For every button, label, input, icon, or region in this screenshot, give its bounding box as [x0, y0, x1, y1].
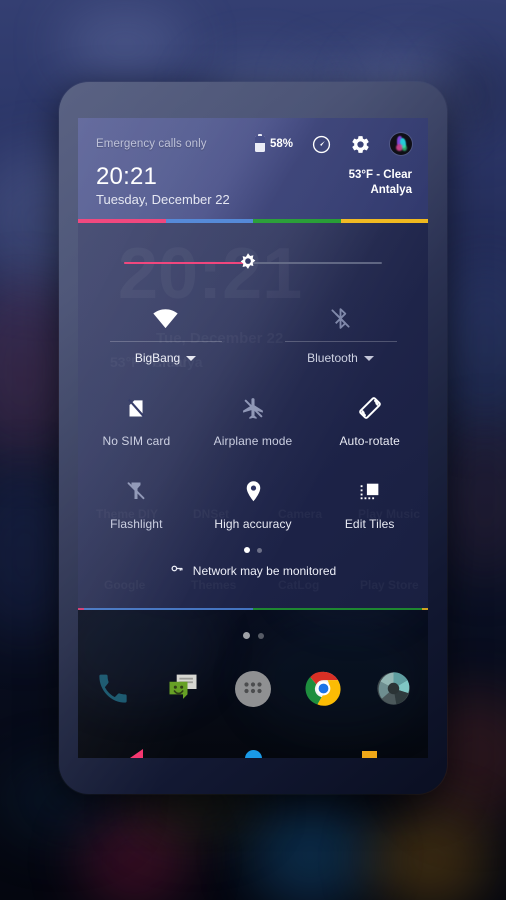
tile-edit-tiles[interactable]: Edit Tiles: [311, 462, 428, 545]
phone-icon: [95, 671, 131, 712]
brightness-fill: [124, 262, 248, 264]
page-dot[interactable]: [257, 632, 264, 639]
messaging-icon: [165, 671, 201, 712]
settings-gear-icon[interactable]: [350, 134, 371, 155]
brightness-thumb[interactable]: [237, 252, 259, 274]
quick-settings-body: 20:21 Tue, December 22 53°F - Clear Anta…: [78, 223, 428, 610]
chevron-down-icon[interactable]: [363, 355, 374, 361]
wifi-icon: [78, 301, 253, 335]
location-pin-icon: [241, 476, 266, 506]
tile-label: Auto-rotate: [339, 434, 400, 448]
tile-airplane-mode[interactable]: Airplane mode: [195, 379, 312, 462]
clock-time: 20:21: [96, 163, 158, 190]
network-warning-footer[interactable]: Network may be monitored: [78, 561, 428, 581]
home-circle-icon: [244, 749, 262, 758]
airplane-off-icon: [241, 393, 266, 423]
tile-label: No SIM card: [102, 434, 171, 448]
brightness-slider[interactable]: [78, 247, 428, 279]
status-icon-group: 58%: [254, 133, 412, 155]
accent-segment-green: [253, 608, 423, 610]
back-triangle-icon: [129, 749, 143, 758]
tile-no-sim-card[interactable]: No SIM card: [78, 379, 195, 462]
flashlight-off-icon: [124, 476, 148, 506]
backdrop-blob: [60, 10, 190, 80]
nav-home-button[interactable]: [195, 749, 312, 758]
page-dot[interactable]: [257, 547, 262, 553]
auto-rotate-icon: [357, 393, 383, 423]
avatar-art: [402, 145, 407, 151]
quick-settings-panel: Emergency calls only 58% 20:21 Tuesday, …: [78, 118, 428, 610]
nav-back-button[interactable]: [78, 749, 195, 758]
bluetooth-tile[interactable]: Bluetooth: [253, 301, 428, 371]
connectivity-row: BigBang Bluetooth: [78, 301, 428, 371]
navigation-bar: [78, 738, 428, 758]
tile-label: Flashlight: [110, 517, 163, 531]
wifi-ssid-label: BigBang: [134, 351, 181, 365]
sim-card-off-icon: [124, 393, 149, 423]
tile-row: Flashlight High accuracy Edit Tiles: [78, 462, 428, 545]
weather-condition: 53°F - Clear: [348, 169, 412, 181]
chevron-down-icon[interactable]: [186, 355, 197, 361]
dock-item-app-drawer[interactable]: [218, 658, 288, 724]
status-bar: Emergency calls only 58%: [78, 128, 428, 160]
app-drawer-icon: [233, 669, 273, 714]
edit-tiles-icon: [357, 476, 382, 506]
page-dot-active[interactable]: [244, 547, 250, 553]
dock-item-chrome[interactable]: [288, 658, 358, 724]
bluetooth-disabled-icon: [253, 301, 428, 335]
clock-block[interactable]: 20:21 Tuesday, December 22: [96, 164, 230, 209]
dock-item-phone[interactable]: [78, 658, 148, 724]
clock-date: Tuesday, December 22: [96, 192, 230, 207]
home-dock: [78, 658, 428, 724]
phone-screen: Emergency calls only 58% 20:21 Tuesday, …: [78, 118, 428, 758]
weather-block[interactable]: 53°F - Clear Antalya: [349, 168, 412, 198]
quick-settings-tile-grid: No SIM card Airplane mode Auto-rotate Fl…: [78, 379, 428, 545]
tile-label: Edit Tiles: [344, 517, 395, 531]
tile-flashlight[interactable]: Flashlight: [78, 462, 195, 545]
user-avatar-icon[interactable]: [390, 133, 412, 155]
vpn-key-icon: [170, 561, 185, 581]
chrome-icon: [304, 670, 342, 712]
dock-item-messaging[interactable]: [148, 658, 218, 724]
tile-auto-rotate[interactable]: Auto-rotate: [311, 379, 428, 462]
battery-icon: [254, 133, 265, 152]
wifi-label-group[interactable]: BigBang: [78, 351, 253, 365]
backdrop-blob: [250, 800, 370, 900]
tile-label: High accuracy: [214, 517, 292, 531]
battery-indicator: 58%: [254, 133, 293, 152]
network-warning-label: Network may be monitored: [192, 564, 337, 578]
backdrop-blob: [370, 810, 490, 900]
weather-location: Antalya: [370, 184, 412, 196]
data-usage-icon[interactable]: [312, 135, 331, 154]
nav-recents-button[interactable]: [311, 750, 428, 758]
accent-segment-blue: [83, 608, 253, 610]
camera-icon: [375, 670, 412, 712]
phone-device-frame: Emergency calls only 58% 20:21 Tuesday, …: [59, 82, 447, 794]
carrier-label: Emergency calls only: [96, 138, 207, 150]
home-page-indicator[interactable]: [78, 632, 428, 639]
dock-item-camera[interactable]: [358, 658, 428, 724]
quick-settings-header: Emergency calls only 58% 20:21 Tuesday, …: [78, 118, 428, 219]
accent-segment-yellow: [422, 608, 428, 610]
tile-row: No SIM card Airplane mode Auto-rotate: [78, 379, 428, 462]
quick-settings-page-indicator[interactable]: [78, 547, 428, 553]
page-dot-active[interactable]: [242, 632, 250, 639]
bluetooth-divider: [284, 341, 397, 342]
tile-location-high-accuracy[interactable]: High accuracy: [195, 462, 312, 545]
recents-square-icon: [362, 750, 378, 758]
bluetooth-state-label: Bluetooth: [307, 351, 358, 365]
wifi-divider: [109, 341, 222, 342]
accent-color-bar-bottom: [78, 608, 428, 610]
tile-label: Airplane mode: [213, 434, 293, 448]
wifi-tile[interactable]: BigBang: [78, 301, 253, 371]
battery-percent-label: 58%: [269, 138, 293, 150]
bluetooth-label-group[interactable]: Bluetooth: [253, 351, 428, 365]
